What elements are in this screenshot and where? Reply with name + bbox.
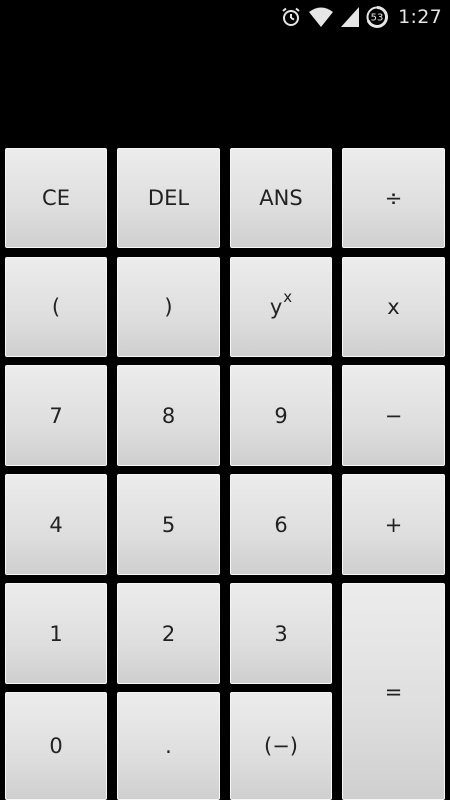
power-base-label: y bbox=[269, 295, 283, 319]
digit-2-button[interactable]: 2 bbox=[117, 583, 220, 684]
calculator-screen: 53 1:27 CE DEL ANS ÷ ( ) yx x 7 8 9 − 4 … bbox=[0, 0, 450, 800]
divide-button[interactable]: ÷ bbox=[342, 148, 445, 248]
status-bar: 53 1:27 bbox=[0, 0, 450, 33]
minus-button[interactable]: − bbox=[342, 365, 445, 466]
power-button[interactable]: yx bbox=[230, 257, 332, 357]
equals-button[interactable]: = bbox=[342, 583, 445, 800]
digit-4-button[interactable]: 4 bbox=[5, 474, 107, 575]
wifi-icon bbox=[308, 6, 334, 28]
cell-signal-icon bbox=[340, 6, 360, 28]
digit-3-button[interactable]: 3 bbox=[230, 583, 332, 684]
digit-8-button[interactable]: 8 bbox=[117, 365, 220, 466]
clear-entry-button[interactable]: CE bbox=[5, 148, 107, 248]
keypad: CE DEL ANS ÷ ( ) yx x 7 8 9 − 4 5 6 + 1 … bbox=[0, 145, 450, 800]
alarm-clock-icon bbox=[280, 6, 302, 28]
digit-9-button[interactable]: 9 bbox=[230, 365, 332, 466]
digit-5-button[interactable]: 5 bbox=[117, 474, 220, 575]
close-paren-button[interactable]: ) bbox=[117, 257, 220, 357]
decimal-point-button[interactable]: . bbox=[117, 692, 220, 800]
digit-1-button[interactable]: 1 bbox=[5, 583, 107, 684]
multiply-button[interactable]: x bbox=[342, 257, 445, 357]
digit-6-button[interactable]: 6 bbox=[230, 474, 332, 575]
negate-button[interactable]: (−) bbox=[230, 692, 332, 800]
delete-button[interactable]: DEL bbox=[117, 148, 220, 248]
calculator-display bbox=[0, 33, 450, 145]
plus-button[interactable]: + bbox=[342, 474, 445, 575]
digit-7-button[interactable]: 7 bbox=[5, 365, 107, 466]
digit-0-button[interactable]: 0 bbox=[5, 692, 107, 800]
open-paren-button[interactable]: ( bbox=[5, 257, 107, 357]
status-time: 1:27 bbox=[398, 6, 442, 28]
battery-icon: 53 bbox=[366, 5, 389, 29]
power-exponent-label: x bbox=[283, 288, 293, 306]
answer-button[interactable]: ANS bbox=[230, 148, 332, 248]
status-icons: 53 1:27 bbox=[280, 4, 442, 30]
battery-level: 53 bbox=[371, 13, 384, 24]
